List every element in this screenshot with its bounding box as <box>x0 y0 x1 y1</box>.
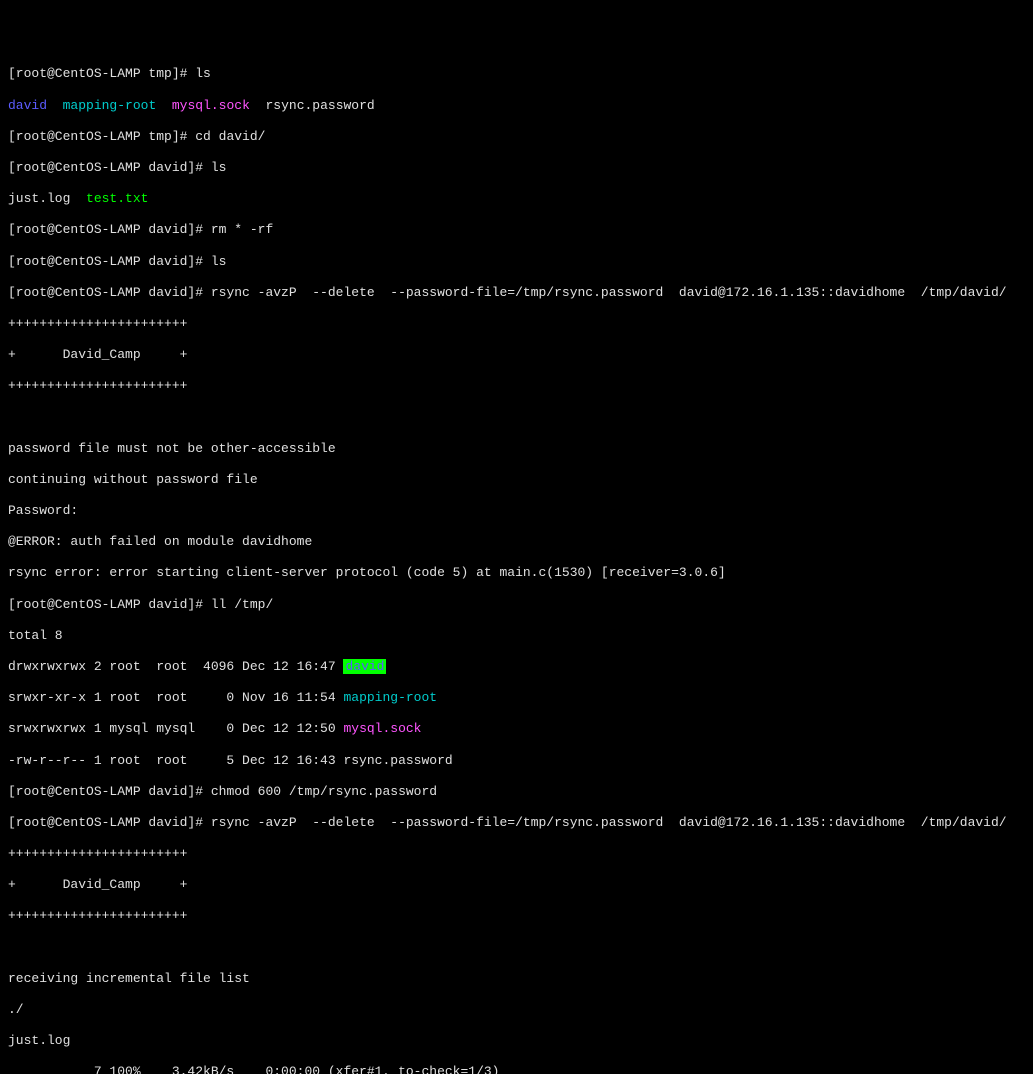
line: [root@CentOS-LAMP david]# ls <box>8 254 1025 270</box>
ll-total: total 8 <box>8 628 1025 644</box>
line: [root@CentOS-LAMP tmp]# ls <box>8 66 1025 82</box>
line: [root@CentOS-LAMP david]# ll /tmp/ <box>8 597 1025 613</box>
error: rsync error: error starting client-serve… <box>8 565 1025 581</box>
blank <box>8 409 1025 425</box>
error: password file must not be other-accessib… <box>8 441 1025 457</box>
ls-output: david mapping-root mysql.sock rsync.pass… <box>8 98 1025 114</box>
line: [root@CentOS-LAMP david]# chmod 600 /tmp… <box>8 784 1025 800</box>
ll-row: -rw-r--r-- 1 root root 5 Dec 12 16:43 rs… <box>8 753 1025 769</box>
line: [root@CentOS-LAMP tmp]# cd david/ <box>8 129 1025 145</box>
banner: + David_Camp + <box>8 347 1025 363</box>
recv: receiving incremental file list <box>8 971 1025 987</box>
blank <box>8 940 1025 956</box>
banner: +++++++++++++++++++++++ <box>8 378 1025 394</box>
banner: +++++++++++++++++++++++ <box>8 908 1025 924</box>
recv: just.log <box>8 1033 1025 1049</box>
recv: 7 100% 3.42kB/s 0:00:00 (xfer#1, to-chec… <box>8 1064 1025 1074</box>
banner: + David_Camp + <box>8 877 1025 893</box>
line: [root@CentOS-LAMP david]# rsync -avzP --… <box>8 285 1025 301</box>
recv: ./ <box>8 1002 1025 1018</box>
error: Password: <box>8 503 1025 519</box>
line: [root@CentOS-LAMP david]# rsync -avzP --… <box>8 815 1025 831</box>
banner: +++++++++++++++++++++++ <box>8 316 1025 332</box>
ll-row: srwxrwxrwx 1 mysql mysql 0 Dec 12 12:50 … <box>8 721 1025 737</box>
line: [root@CentOS-LAMP david]# rm * -rf <box>8 222 1025 238</box>
banner: +++++++++++++++++++++++ <box>8 846 1025 862</box>
dir-david: david <box>343 659 386 674</box>
error: continuing without password file <box>8 472 1025 488</box>
ll-row: drwxrwxrwx 2 root root 4096 Dec 12 16:47… <box>8 659 1025 675</box>
ls-output: just.log test.txt <box>8 191 1025 207</box>
ll-row: srwxr-xr-x 1 root root 0 Nov 16 11:54 ma… <box>8 690 1025 706</box>
line: [root@CentOS-LAMP david]# ls <box>8 160 1025 176</box>
